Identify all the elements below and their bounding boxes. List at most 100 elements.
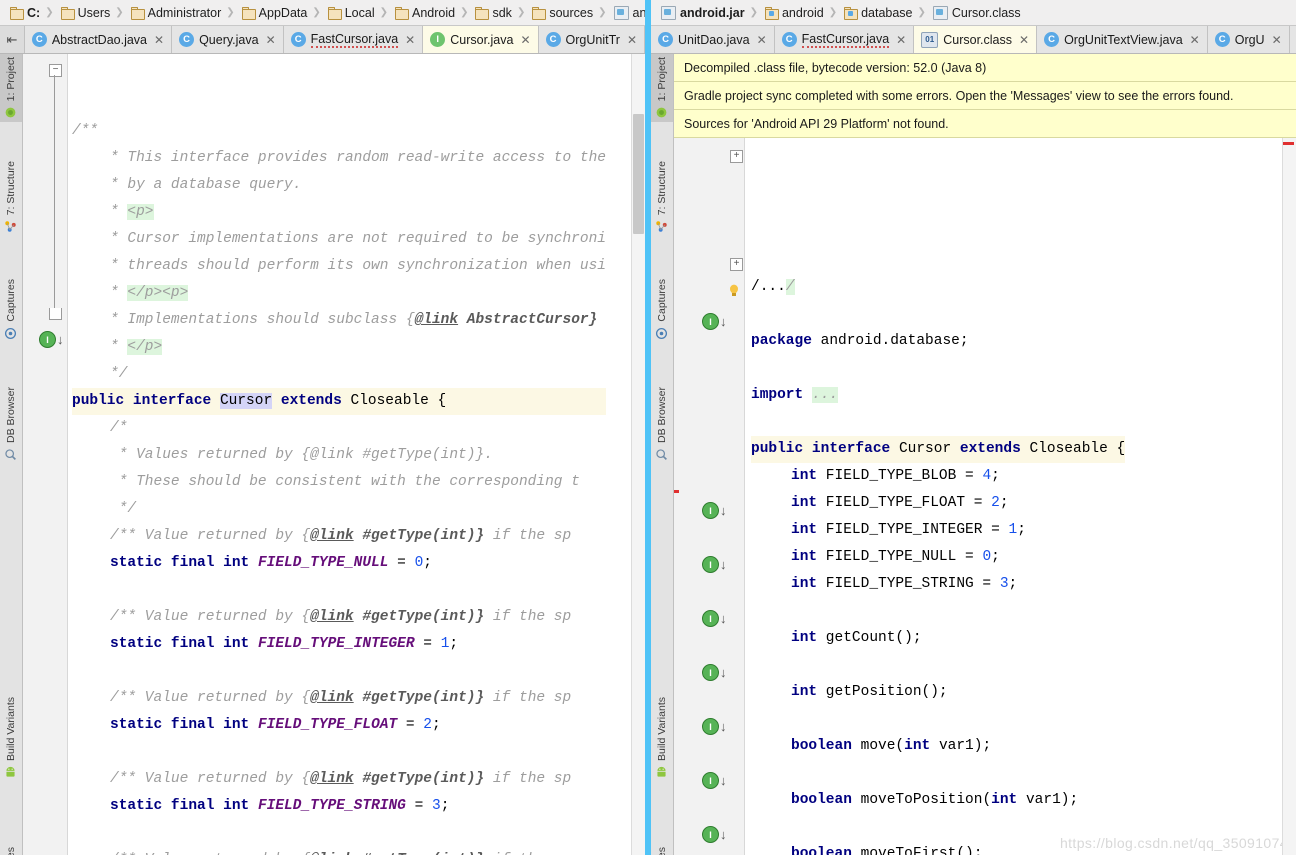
tool-window-tab-1-project[interactable]: 1: Project	[651, 54, 673, 123]
file-type-icon: C	[1214, 32, 1230, 47]
left-code-area[interactable]: /** * This interface provides random read…	[68, 54, 645, 855]
notification-bar-1[interactable]: Gradle project sync completed with some …	[674, 82, 1296, 110]
breadcrumb-item-sources[interactable]: sources	[526, 0, 597, 25]
editor-tab-orgunittextview-java[interactable]: C OrgUnitTextView.java ✕	[1037, 26, 1208, 53]
tab-scroll-left-icon[interactable]: ⇤	[0, 26, 25, 53]
tool-window-tab-vorites[interactable]: vorites	[0, 844, 22, 855]
implementation-marker-gutter[interactable]: I ↓	[702, 772, 727, 789]
breadcrumb-item-andro[interactable]: andro	[608, 0, 645, 25]
close-tab-icon[interactable]: ✕	[264, 33, 276, 47]
code-line: /** Value returned by {@link #getType(in…	[72, 766, 606, 793]
implementation-marker-gutter[interactable]: I ↓	[702, 664, 727, 681]
notification-text: Decompiled .class file, bytecode version…	[684, 60, 987, 75]
left-gutter[interactable]: − I ↓	[23, 54, 68, 855]
breadcrumb-item-cursor-class[interactable]: Cursor.class	[927, 0, 1025, 25]
close-tab-icon[interactable]: ✕	[894, 33, 906, 47]
editor-tab-cursor-java[interactable]: I Cursor.java ✕	[423, 26, 539, 53]
editor-tab-fastcursor-java[interactable]: C FastCursor.java ✕	[774, 26, 915, 53]
right-gutter[interactable]: + + I ↓ I ↓ I ↓ I ↓ I ↓ I ↓ I ↓ I ↓	[674, 138, 745, 855]
editor-tab-fastcursor-java[interactable]: C FastCursor.java ✕	[283, 26, 424, 53]
implemented-arrow-icon: ↓	[720, 773, 727, 788]
interface-marker-gutter[interactable]: I ↓	[39, 331, 64, 348]
intention-bulb-icon[interactable]	[728, 284, 740, 298]
close-tab-icon[interactable]: ✕	[518, 33, 530, 47]
close-tab-icon[interactable]: ✕	[625, 33, 637, 47]
fold-collapse-icon[interactable]: −	[49, 64, 62, 77]
tool-window-tab-7-structure[interactable]: 7: Structure	[651, 158, 673, 236]
editor-tab-abstractdao-java[interactable]: C AbstractDao.java ✕	[24, 26, 173, 53]
editor-tab-orgu[interactable]: C OrgU ✕	[1207, 26, 1290, 53]
code-line: int FIELD_TYPE_FLOAT = 2;	[751, 490, 1125, 517]
error-stripe-tick	[674, 490, 679, 493]
implementation-marker-gutter[interactable]: I ↓	[702, 556, 727, 573]
tool-window-tab-1-project[interactable]: 1: Project	[0, 54, 22, 123]
editor-tab-orgunittr[interactable]: C OrgUnitTr ✕	[538, 26, 645, 53]
code-token: FIELD_TYPE_FLOAT	[257, 717, 398, 733]
close-tab-icon[interactable]: ✕	[152, 33, 164, 47]
breadcrumb-item-c-[interactable]: C:	[4, 0, 44, 25]
right-code-text: /.../ package android.database; import .…	[751, 274, 1126, 855]
interface-icon: I	[702, 826, 719, 843]
fold-expand-icon[interactable]: +	[730, 150, 743, 163]
code-line: * </p>	[72, 334, 606, 361]
right-scrollbar[interactable]	[1282, 138, 1296, 855]
code-token: /** Value returned by {	[110, 690, 311, 706]
editor-tab-unitdao-java[interactable]: C UnitDao.java ✕	[651, 26, 775, 53]
implemented-arrow-icon: ↓	[720, 314, 727, 329]
breadcrumb-item-local[interactable]: Local	[322, 0, 379, 25]
code-token: if the sp	[484, 609, 572, 625]
close-tab-icon[interactable]: ✕	[1017, 33, 1029, 47]
fold-region-end-icon[interactable]	[49, 308, 62, 320]
tool-window-tab-db-browser[interactable]: DB Browser	[651, 384, 673, 464]
error-marker-tick[interactable]	[1283, 142, 1294, 145]
implementation-marker-gutter[interactable]: I ↓	[702, 313, 727, 330]
tool-window-tab-7-structure[interactable]: 7: Structure	[0, 158, 22, 236]
code-token: * threads should perform its own synchro…	[110, 258, 606, 274]
breadcrumb-item-android[interactable]: android	[759, 0, 828, 25]
breadcrumb-item-android-jar[interactable]: android.jar	[655, 0, 749, 25]
close-tab-icon[interactable]: ✕	[403, 33, 415, 47]
code-token: #getType(int)}	[353, 609, 485, 625]
code-token: * Implementations should subclass {	[110, 312, 415, 328]
left-scrollbar[interactable]	[631, 54, 645, 855]
implementation-marker-gutter[interactable]: I ↓	[702, 610, 727, 627]
tool-window-tab-captures[interactable]: Captures	[651, 276, 673, 343]
close-tab-icon[interactable]: ✕	[755, 33, 767, 47]
right-code-area[interactable]: /.../ package android.database; import .…	[745, 138, 1296, 855]
breadcrumb-item-administrator[interactable]: Administrator	[125, 0, 226, 25]
package-icon	[844, 7, 859, 20]
code-token: =	[405, 798, 432, 814]
breadcrumb-item-android[interactable]: Android	[389, 0, 459, 25]
code-token: /*	[110, 420, 128, 436]
editor-tab-cursor-class[interactable]: 01 Cursor.class ✕	[914, 26, 1038, 53]
breadcrumb-item-database[interactable]: database	[838, 0, 916, 25]
breadcrumb-item-appdata[interactable]: AppData	[236, 0, 312, 25]
left-scroll-thumb[interactable]	[633, 114, 644, 234]
notification-bar-2[interactable]: Sources for 'Android API 29 Platform' no…	[674, 110, 1296, 138]
tool-window-tab-build-variants[interactable]: Build Variants	[0, 694, 22, 782]
right-editor-body: + + I ↓ I ↓ I ↓ I ↓ I ↓ I ↓ I ↓ I ↓ /.../ package android…	[674, 138, 1296, 855]
tool-window-tab-build-variants[interactable]: Build Variants	[651, 694, 673, 782]
editor-tab-query-java[interactable]: C Query.java ✕	[172, 26, 284, 53]
implementation-marker-gutter[interactable]: I ↓	[702, 502, 727, 519]
breadcrumb-item-users[interactable]: Users	[55, 0, 115, 25]
tool-window-tab-captures[interactable]: Captures	[0, 276, 22, 343]
tool-window-tab-db-browser[interactable]: DB Browser	[0, 384, 22, 464]
implementation-marker-gutter[interactable]: I ↓	[702, 718, 727, 735]
implemented-arrow-icon: ↓	[57, 332, 64, 347]
code-token: public	[72, 393, 125, 409]
tool-window-tab-vorites[interactable]: vorites	[651, 844, 673, 855]
implementation-marker-gutter[interactable]: I ↓	[702, 826, 727, 843]
breadcrumb-item-sdk[interactable]: sdk	[469, 0, 515, 25]
close-tab-icon[interactable]: ✕	[1270, 33, 1282, 47]
fold-expand-icon[interactable]: +	[730, 258, 743, 271]
code-token: int	[791, 522, 818, 538]
notification-bar-0[interactable]: Decompiled .class file, bytecode version…	[674, 54, 1296, 82]
close-tab-icon[interactable]: ✕	[1188, 33, 1200, 47]
code-token: *	[110, 339, 128, 355]
right-breadcrumb: android.jar ❯ android ❯ database ❯ Cursor.clas…	[651, 0, 1296, 26]
